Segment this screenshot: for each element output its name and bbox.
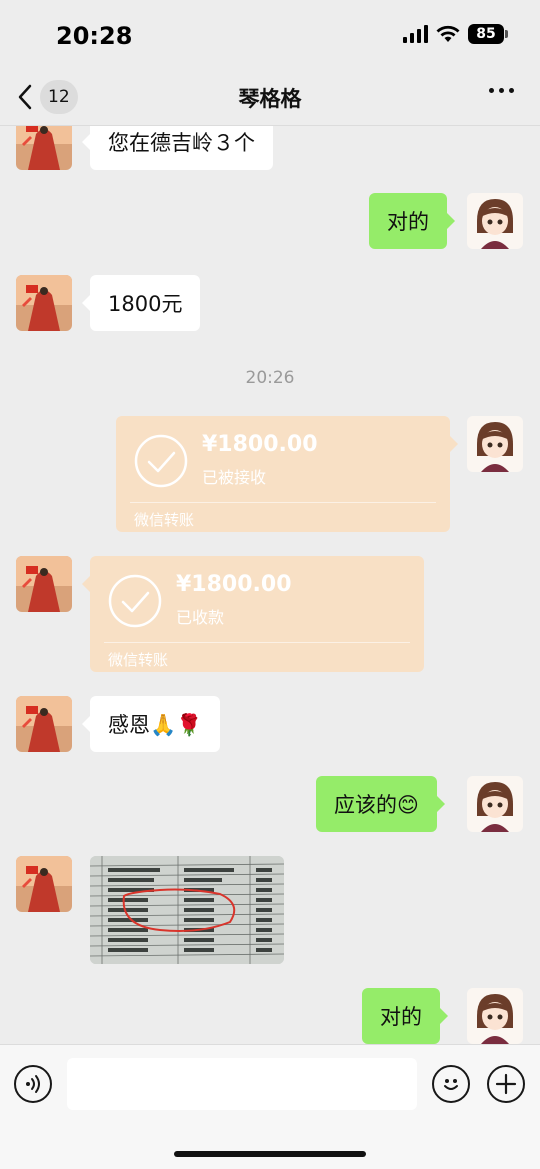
battery-icon: 85: [468, 24, 508, 44]
status-time: 20:28: [56, 22, 133, 50]
transfer-card-received[interactable]: ¥1800.00 已收款 微信转账: [82, 556, 424, 672]
chat-header: 12 琴格格: [0, 70, 540, 126]
status-bar: 20:28 85: [0, 0, 540, 70]
my-avatar[interactable]: [467, 193, 523, 249]
my-avatar[interactable]: [467, 776, 523, 832]
add-button[interactable]: [487, 1065, 525, 1103]
contact-avatar[interactable]: [16, 856, 72, 912]
divider: [104, 642, 410, 643]
message-bubble[interactable]: 您在德吉岭３个: [82, 126, 273, 170]
message-bubble[interactable]: 应该的😊: [316, 776, 445, 832]
emoji-icon: [444, 1079, 458, 1090]
transfer-amount: ¥1800.00: [176, 572, 292, 597]
transfer-status: 已被接收: [202, 468, 267, 487]
message-bubble[interactable]: 1800元: [81, 275, 201, 331]
chat-title: 琴格格: [238, 87, 302, 111]
transfer-label: 微信转账: [134, 511, 195, 529]
my-avatar[interactable]: [467, 988, 523, 1044]
emoji-button[interactable]: [432, 1065, 470, 1103]
check-circle-icon: [134, 434, 188, 488]
contact-avatar[interactable]: [16, 275, 72, 331]
voice-icon: [26, 1075, 40, 1093]
chat-messages[interactable]: 您在德吉岭３个 对的 1800元 20:26 ¥1800.00 已被接收 微信转…: [0, 126, 540, 1044]
more-options-button[interactable]: [489, 88, 514, 93]
check-circle-icon: [108, 574, 162, 628]
message-bubble[interactable]: 对的: [362, 988, 448, 1044]
contact-avatar[interactable]: [16, 556, 72, 612]
transfer-status: 已收款: [176, 608, 225, 627]
divider: [130, 502, 436, 503]
contact-avatar[interactable]: [16, 126, 72, 170]
home-indicator: [174, 1151, 366, 1157]
my-avatar[interactable]: [467, 416, 523, 472]
image-message[interactable]: [90, 856, 284, 964]
message-bubble[interactable]: 感恩🙏🌹: [81, 696, 221, 752]
battery-level: 85: [476, 26, 496, 42]
document-photo: [90, 856, 284, 964]
transfer-label: 微信转账: [108, 651, 169, 669]
plus-icon: [495, 1073, 517, 1095]
voice-button[interactable]: [14, 1065, 52, 1103]
wifi-icon: [436, 25, 460, 42]
message-timestamp: 20:26: [245, 368, 295, 388]
transfer-amount: ¥1800.00: [202, 432, 318, 457]
message-bubble[interactable]: 对的: [369, 193, 455, 249]
contact-avatar[interactable]: [16, 696, 72, 752]
status-icons: 85: [403, 24, 508, 44]
transfer-card-sent[interactable]: ¥1800.00 已被接收 微信转账: [116, 416, 458, 532]
cellular-signal-icon: [403, 25, 428, 43]
message-input[interactable]: [67, 1058, 417, 1110]
